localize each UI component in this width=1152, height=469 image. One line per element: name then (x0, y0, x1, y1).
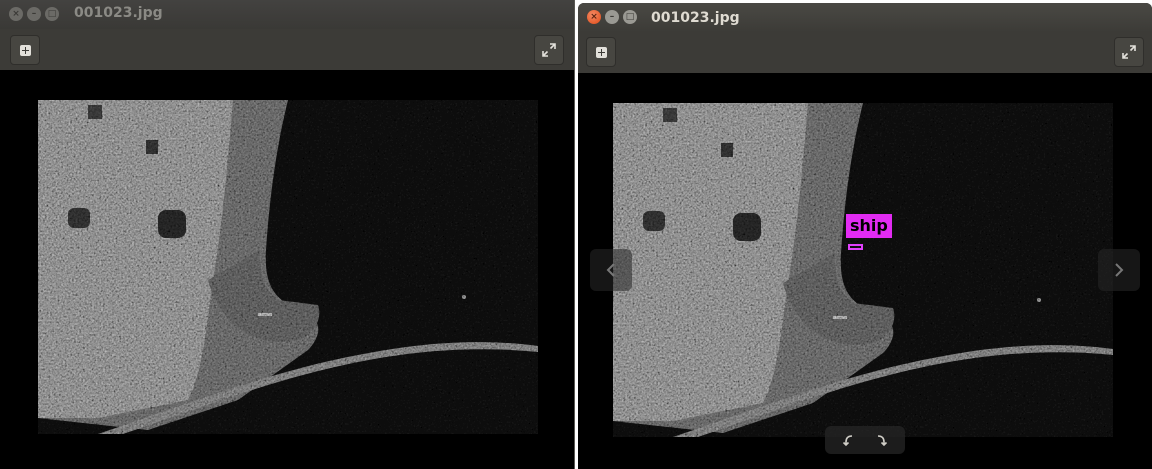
sar-image (38, 100, 538, 434)
close-button[interactable]: × (587, 10, 601, 24)
close-button[interactable]: × (9, 7, 23, 21)
maximize-button[interactable]: □ (45, 7, 59, 21)
fullscreen-button[interactable] (1114, 37, 1144, 67)
plus-icon (595, 46, 607, 58)
window-title: 001023.jpg (651, 10, 740, 26)
image-canvas[interactable]: ship (578, 73, 1152, 469)
detection-label: ship (846, 214, 892, 238)
previous-image-button[interactable] (590, 249, 632, 291)
rotate-left-icon[interactable] (842, 433, 856, 447)
chevron-right-icon (1115, 263, 1124, 277)
toolbar (578, 32, 1152, 73)
expand-icon (1122, 45, 1136, 59)
titlebar[interactable]: × – □ 001023.jpg (578, 3, 1152, 32)
chevron-left-icon (606, 263, 615, 277)
add-button[interactable] (10, 35, 40, 65)
titlebar[interactable]: × – □ 001023.jpg (0, 0, 574, 29)
toolbar (0, 29, 574, 70)
minimize-button[interactable]: – (605, 10, 619, 24)
detection-box (848, 244, 863, 250)
sar-image (613, 103, 1113, 437)
next-image-button[interactable] (1098, 249, 1140, 291)
maximize-button[interactable]: □ (623, 10, 637, 24)
plus-icon (19, 44, 31, 56)
image-viewer-window-left: × – □ 001023.jpg (0, 0, 575, 469)
window-title: 001023.jpg (74, 5, 163, 21)
expand-icon (542, 43, 556, 57)
minimize-button[interactable]: – (27, 7, 41, 21)
fullscreen-button[interactable] (534, 35, 564, 65)
rotate-controls (825, 426, 905, 454)
image-viewer-window-right: × – □ 001023.jpg ship (578, 3, 1152, 469)
image-canvas[interactable] (0, 70, 574, 469)
rotate-right-icon[interactable] (874, 433, 888, 447)
add-button[interactable] (586, 37, 616, 67)
